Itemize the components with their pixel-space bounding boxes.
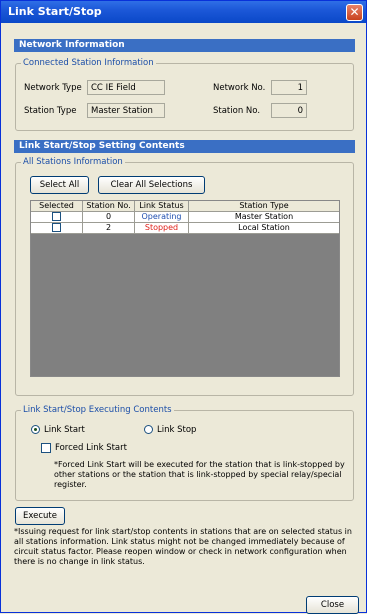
column-header-station-no[interactable]: Station No. <box>83 201 135 212</box>
footer-note: *Issuing request for link start/stop con… <box>14 527 352 566</box>
link-start-label[interactable]: Link Start <box>44 425 85 435</box>
network-type-field: CC IE Field <box>87 80 165 95</box>
row-select-cell <box>31 223 83 234</box>
link-start-stop-dialog: Link Start/Stop ✕ Network Information Co… <box>0 0 367 614</box>
forced-link-start-note: *Forced Link Start will be executed for … <box>54 460 345 489</box>
executing-contents-title: Link Start/Stop Executing Contents <box>21 405 174 415</box>
network-no-field: 1 <box>271 80 307 95</box>
column-header-station-type[interactable]: Station Type <box>189 201 339 212</box>
station-no-label: Station No. <box>213 106 261 116</box>
station-no-cell: 0 <box>83 212 135 223</box>
link-stop-radio[interactable] <box>144 425 153 434</box>
table-row[interactable]: 0 Operating Master Station <box>31 212 339 223</box>
station-type-field: Master Station <box>87 103 165 118</box>
link-status-cell: Operating <box>135 212 189 223</box>
connected-station-information-group: Connected Station Information <box>15 58 354 131</box>
all-stations-information-title: All Stations Information <box>21 157 125 167</box>
row-select-cell <box>31 212 83 223</box>
execute-button[interactable]: Execute <box>15 507 65 525</box>
connected-station-information-title: Connected Station Information <box>21 58 156 68</box>
column-header-selected-status[interactable]: Selected Status <box>31 201 83 212</box>
forced-link-start-label[interactable]: Forced Link Start <box>55 443 127 453</box>
station-type-label: Station Type <box>24 106 77 116</box>
network-type-label: Network Type <box>24 83 82 93</box>
row-select-checkbox[interactable] <box>52 212 61 221</box>
station-no-cell: 2 <box>83 223 135 234</box>
network-no-label: Network No. <box>213 83 266 93</box>
network-information-header: Network Information <box>14 39 355 52</box>
station-type-cell: Master Station <box>189 212 339 223</box>
table-header: Selected Status Station No. Link Status … <box>31 201 339 212</box>
table-row[interactable]: 2 Stopped Local Station <box>31 223 339 234</box>
station-type-cell: Local Station <box>189 223 339 234</box>
window-title: Link Start/Stop <box>8 5 102 18</box>
row-select-checkbox[interactable] <box>52 223 61 232</box>
setting-contents-header: Link Start/Stop Setting Contents <box>14 140 355 153</box>
link-start-radio[interactable] <box>31 425 40 434</box>
forced-link-start-checkbox[interactable] <box>41 443 51 453</box>
close-window-button[interactable]: ✕ <box>346 4 363 21</box>
close-button[interactable]: Close <box>306 596 359 614</box>
station-no-field: 0 <box>271 103 307 118</box>
link-status-cell: Stopped <box>135 223 189 234</box>
title-bar[interactable]: Link Start/Stop ✕ <box>1 1 366 23</box>
stations-table: Selected Status Station No. Link Status … <box>30 200 340 377</box>
clear-all-selections-button[interactable]: Clear All Selections <box>98 176 205 194</box>
select-all-button[interactable]: Select All <box>30 176 89 194</box>
link-stop-label[interactable]: Link Stop <box>157 425 196 435</box>
column-header-link-status[interactable]: Link Status <box>135 201 189 212</box>
